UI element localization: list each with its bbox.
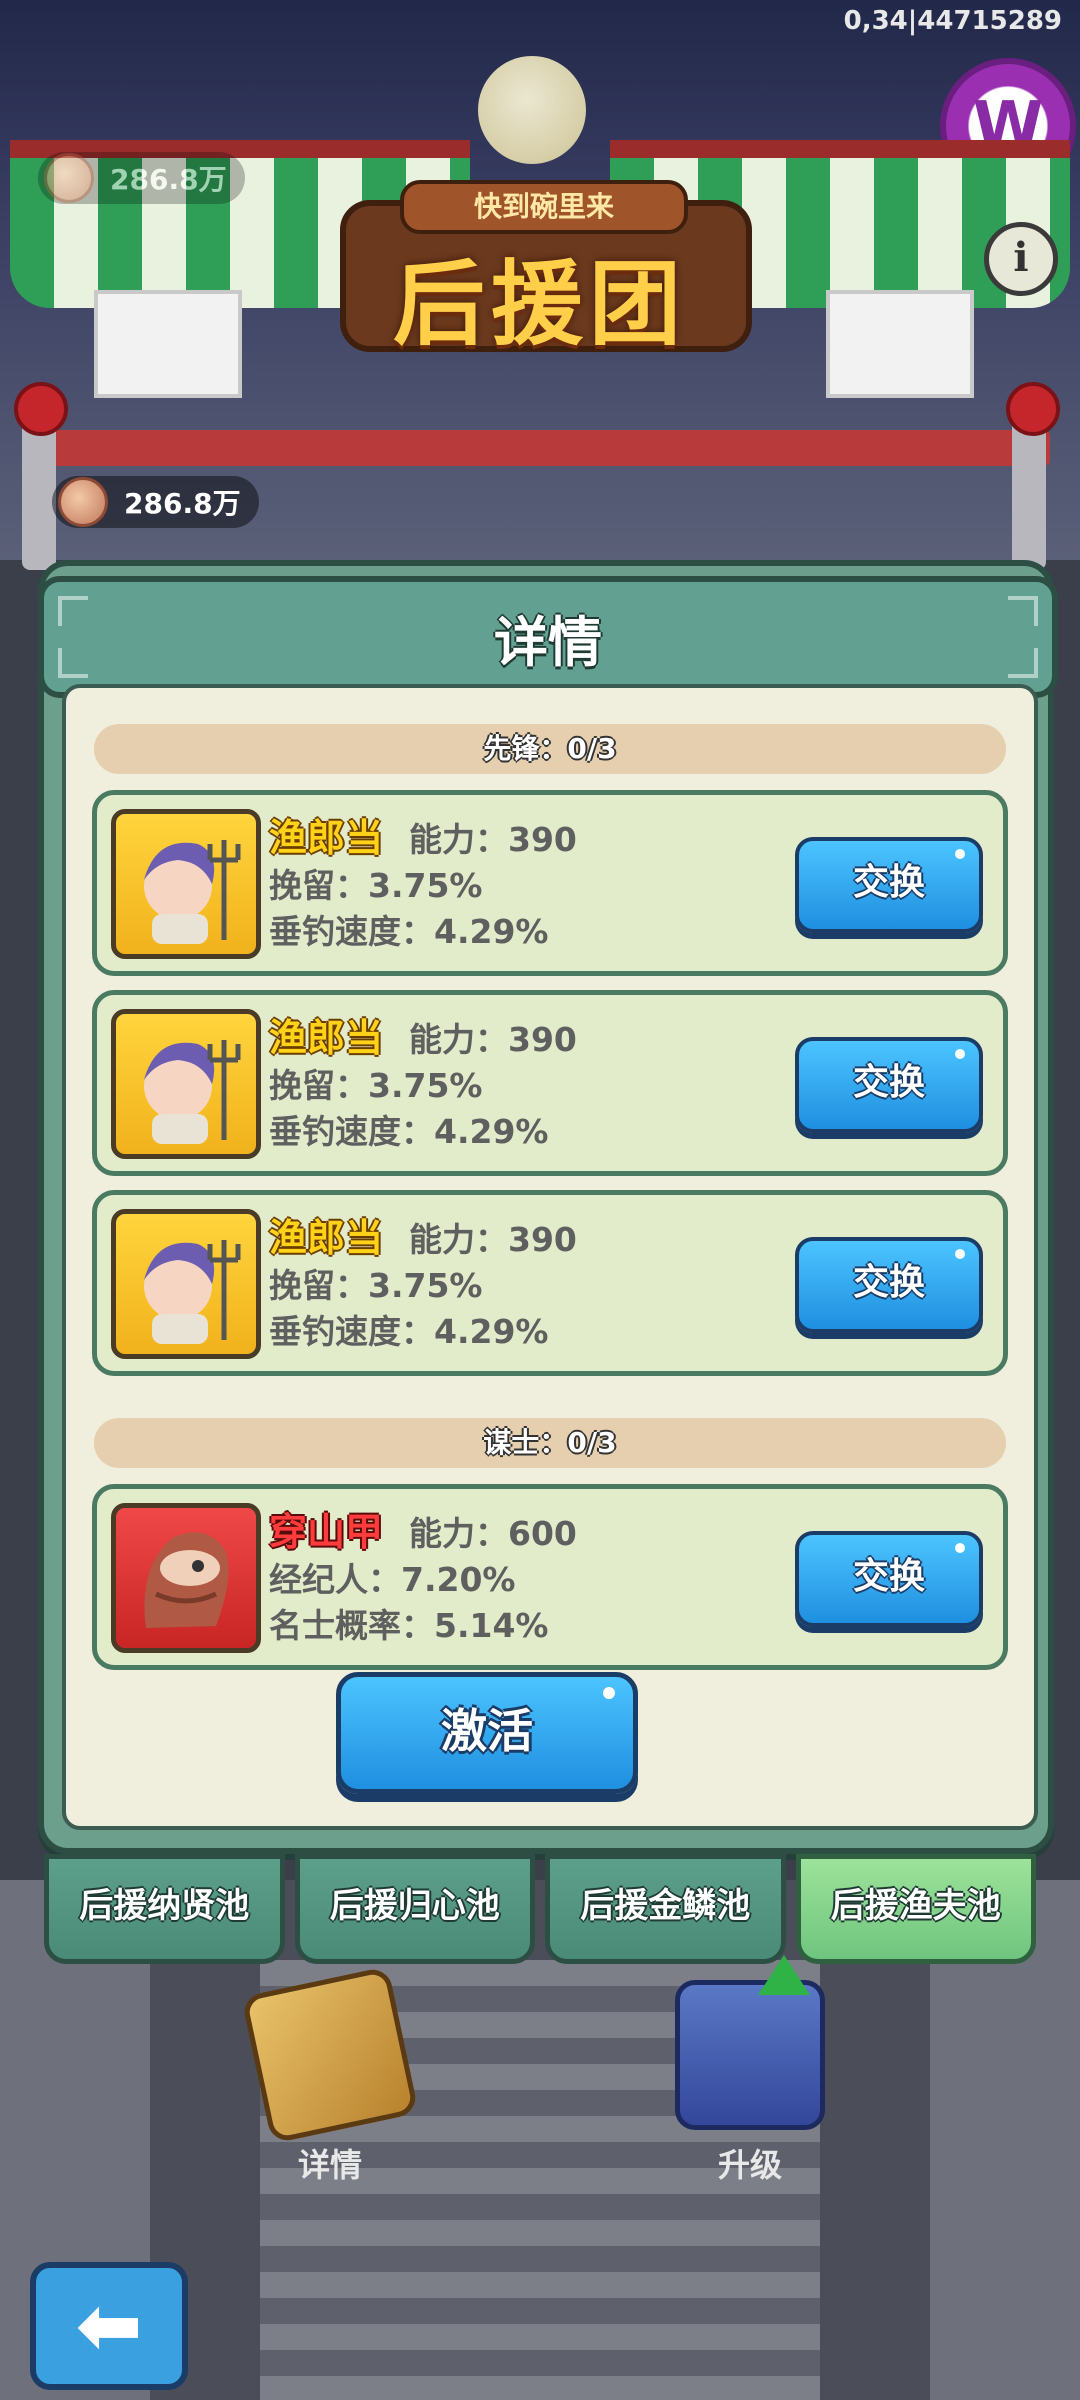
coin-icon <box>44 153 94 203</box>
details-feature[interactable]: 详情 <box>230 1966 430 2186</box>
info-icon[interactable]: i <box>984 222 1058 296</box>
banner-title: 后援团 <box>392 251 687 358</box>
left-post-cap <box>14 382 68 436</box>
helper-stat-2: 垂钓速度：4.29% <box>269 1312 549 1351</box>
helper-stat-1: 经纪人：7.20% <box>269 1560 516 1599</box>
helper-card: 渔郎当 能力：390 挽留：3.75% 垂钓速度：4.29% 交换 <box>92 1190 1008 1376</box>
helper-power: 能力：600 <box>409 1514 577 1553</box>
tab-golden-scale-pool[interactable]: 后援金鳞池 <box>545 1854 786 1964</box>
details-panel: 详情 先锋：0/3 渔郎当 能力：390 挽留：3.75% 垂钓速度：4.29%… <box>38 560 1058 1854</box>
helper-card: 穿山甲 能力：600 经纪人：7.20% 名士概率：5.14% 交换 <box>92 1484 1008 1670</box>
pool-tabs: 后援纳贤池 后援归心池 后援金鳞池 后援渔夫池 <box>44 1854 1036 1964</box>
red-rail-decoration <box>30 430 1050 466</box>
currency-amount: 286.8万 <box>124 487 241 520</box>
fisherman-avatar-icon <box>111 1209 261 1359</box>
back-button[interactable]: ⬅ <box>30 2262 188 2390</box>
pangolin-avatar-icon <box>111 1503 261 1653</box>
helper-stat-2: 名士概率：5.14% <box>269 1606 549 1645</box>
swap-button[interactable]: 交换 <box>795 1237 983 1333</box>
currency-display: 286.8万 <box>52 476 259 528</box>
tab-fisherman-pool[interactable]: 后援渔夫池 <box>795 1854 1036 1964</box>
tab-recruit-pool[interactable]: 后援纳贤池 <box>44 1854 285 1964</box>
top-currency-amount: 286.8万 <box>110 163 227 196</box>
scroll-icon <box>241 1966 419 2144</box>
helper-power: 能力：390 <box>409 820 577 859</box>
helper-stat-1: 挽留：3.75% <box>269 1066 483 1105</box>
upgrade-feature-label: 升级 <box>717 2146 782 2184</box>
corner-ornament <box>58 648 88 678</box>
user-id-text: 0,34|44715289 <box>843 6 1062 36</box>
coin-icon <box>58 477 108 527</box>
corner-ornament <box>1008 596 1038 626</box>
panel-title: 详情 <box>494 610 602 674</box>
fisherman-avatar-icon <box>111 1009 261 1159</box>
panel-body: 先锋：0/3 渔郎当 能力：390 挽留：3.75% 垂钓速度：4.29% 交换 <box>62 684 1038 1830</box>
title-banner: 快到碗里来 后援团 <box>340 170 752 370</box>
swap-button[interactable]: 交换 <box>795 1531 983 1627</box>
section-header-strategist: 谋士：0/3 <box>94 1418 1006 1468</box>
panel-header: 详情 <box>38 576 1058 698</box>
helper-name: 渔郎当 <box>269 1216 384 1260</box>
helper-name: 渔郎当 <box>269 816 384 860</box>
helper-name: 渔郎当 <box>269 1016 384 1060</box>
helper-power: 能力：390 <box>409 1020 577 1059</box>
fisherman-avatar-icon <box>111 809 261 959</box>
helper-power: 能力：390 <box>409 1220 577 1259</box>
back-arrow-icon: ⬅ <box>75 2279 143 2372</box>
upgrade-feature[interactable]: 升级 <box>650 1955 850 2186</box>
helper-stat-1: 挽留：3.75% <box>269 866 483 905</box>
banner-subtitle: 快到碗里来 <box>400 180 688 234</box>
details-feature-label: 详情 <box>297 2146 362 2184</box>
upgrade-house-icon <box>675 1955 825 2130</box>
helper-stat-2: 垂钓速度：4.29% <box>269 912 549 951</box>
helper-card: 渔郎当 能力：390 挽留：3.75% 垂钓速度：4.29% 交换 <box>92 790 1008 976</box>
corner-ornament <box>58 596 88 626</box>
swap-button[interactable]: 交换 <box>795 837 983 933</box>
right-fence-decoration <box>826 290 974 398</box>
tab-loyalty-pool[interactable]: 后援归心池 <box>294 1854 535 1964</box>
section-header-vanguard: 先锋：0/3 <box>94 724 1006 774</box>
swap-button[interactable]: 交换 <box>795 1037 983 1133</box>
helper-card: 渔郎当 能力：390 挽留：3.75% 垂钓速度：4.29% 交换 <box>92 990 1008 1176</box>
helper-stat-2: 垂钓速度：4.29% <box>269 1112 549 1151</box>
helper-name: 穿山甲 <box>269 1510 384 1554</box>
right-post-cap <box>1006 382 1060 436</box>
moon-decoration <box>478 56 586 164</box>
top-currency-display: 286.8万 <box>38 152 245 204</box>
left-fence-decoration <box>94 290 242 398</box>
activate-button[interactable]: 激活 <box>336 1672 638 1794</box>
helper-list[interactable]: 先锋：0/3 渔郎当 能力：390 挽留：3.75% 垂钓速度：4.29% 交换 <box>66 688 1034 1688</box>
corner-ornament <box>1008 648 1038 678</box>
helper-stat-1: 挽留：3.75% <box>269 1266 483 1305</box>
